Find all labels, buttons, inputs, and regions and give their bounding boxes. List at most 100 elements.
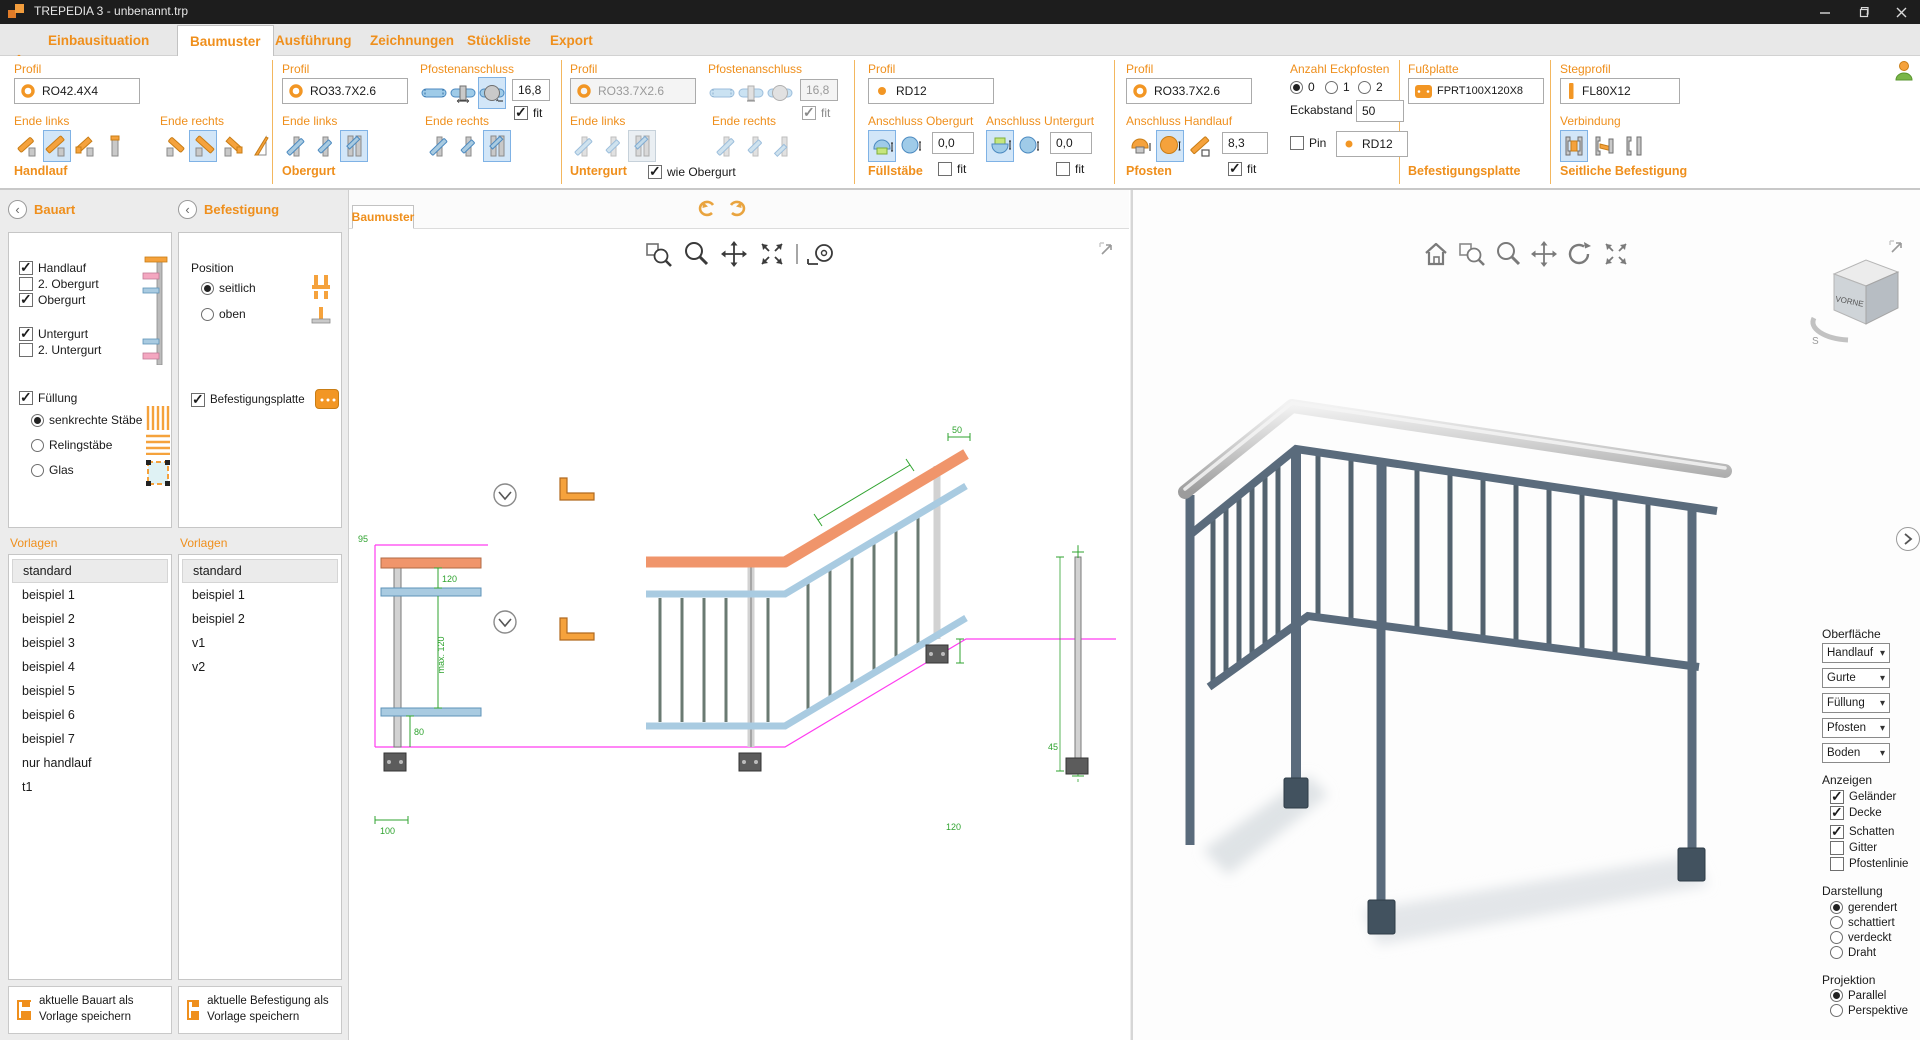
navigation-cube[interactable]: VORNE S bbox=[1800, 252, 1910, 352]
glas-radio[interactable] bbox=[31, 464, 44, 477]
pin-profil-field[interactable]: RD12 bbox=[1336, 131, 1408, 157]
gelaender-checkbox[interactable] bbox=[1830, 790, 1844, 804]
anschluss-obergurt-option-1[interactable] bbox=[868, 130, 896, 162]
oberflaeche-handlauf-dropdown[interactable]: Handlauf bbox=[1822, 643, 1890, 663]
oberflaeche-gurte-dropdown[interactable]: Gurte bbox=[1822, 668, 1890, 688]
plate-picker-button[interactable] bbox=[315, 389, 339, 409]
anschluss-untergurt-option-1[interactable] bbox=[986, 130, 1014, 162]
untergurt-ende-rechts-option-1[interactable] bbox=[712, 130, 740, 162]
verbindung-option-2[interactable] bbox=[1590, 130, 1618, 162]
save-befestigung-template-button[interactable]: aktuelle Befestigung als Vorlage speiche… bbox=[178, 986, 342, 1034]
handlauf-ende-links-option-3[interactable] bbox=[72, 130, 100, 162]
tab-baumuster[interactable]: Baumuster bbox=[177, 25, 274, 56]
untergurt-ende-rechts-option-3[interactable] bbox=[770, 130, 798, 162]
handlauf-ende-rechts-option-3[interactable] bbox=[218, 130, 246, 162]
obergurt-pfostenanschluss-option-2[interactable] bbox=[449, 77, 477, 109]
zoom-2d-button[interactable] bbox=[682, 240, 710, 268]
list-item[interactable]: beispiel 3 bbox=[12, 631, 168, 655]
untergurt-pfostenanschluss-value[interactable]: 16,8 bbox=[800, 79, 838, 101]
befestigungsplatte-checkbox[interactable] bbox=[191, 393, 205, 407]
untergurt-ende-links-option-2[interactable] bbox=[599, 130, 627, 162]
list-item[interactable]: beispiel 4 bbox=[12, 655, 168, 679]
expand-2d-view-button[interactable] bbox=[1098, 240, 1116, 258]
undo-button[interactable] bbox=[698, 198, 720, 220]
zweiter-obergurt-checkbox[interactable] bbox=[19, 277, 33, 291]
fuellstaebe-fit-obergurt-checkbox[interactable] bbox=[938, 162, 952, 176]
eckabstand-field[interactable]: 50 bbox=[1356, 100, 1404, 122]
untergurt-pfostenanschluss-option-2[interactable] bbox=[737, 77, 765, 109]
list-item[interactable]: v1 bbox=[182, 631, 338, 655]
rotate-3d-button[interactable] bbox=[1566, 240, 1594, 268]
list-item[interactable]: beispiel 6 bbox=[12, 703, 168, 727]
schatten-checkbox[interactable] bbox=[1830, 825, 1844, 839]
home-view-button[interactable] bbox=[1422, 240, 1450, 268]
handlauf-ende-rechts-option-1[interactable] bbox=[160, 130, 188, 162]
perspektive-radio[interactable] bbox=[1830, 1004, 1843, 1017]
obergurt-ende-rechts-option-2[interactable] bbox=[454, 130, 482, 162]
assistant-button[interactable] bbox=[1894, 60, 1914, 82]
redo-button[interactable] bbox=[724, 198, 746, 220]
list-item[interactable]: beispiel 1 bbox=[182, 583, 338, 607]
fuellstaebe-fit-untergurt-checkbox[interactable] bbox=[1056, 162, 1070, 176]
obergurt-ende-links-option-3[interactable] bbox=[340, 130, 368, 162]
handlauf-ende-rechts-option-4[interactable] bbox=[247, 130, 275, 162]
list-item[interactable]: standard bbox=[182, 559, 338, 583]
senkrechte-staebe-radio[interactable] bbox=[31, 414, 44, 427]
pin-checkbox[interactable] bbox=[1290, 136, 1304, 150]
tab-export[interactable]: Export bbox=[538, 25, 605, 56]
gitter-checkbox[interactable] bbox=[1830, 841, 1844, 855]
list-item[interactable]: t1 bbox=[12, 775, 168, 799]
untergurt-ende-links-option-3[interactable] bbox=[628, 130, 656, 162]
list-item[interactable]: nur handlauf bbox=[12, 751, 168, 775]
list-item[interactable]: beispiel 5 bbox=[12, 679, 168, 703]
seitlich-radio[interactable] bbox=[201, 282, 214, 295]
anschluss-handlauf-option-1[interactable] bbox=[1126, 130, 1154, 162]
anschluss-handlauf-option-3[interactable] bbox=[1186, 130, 1214, 162]
oberflaeche-boden-dropdown[interactable]: Boden bbox=[1822, 743, 1890, 763]
tab-ausfuehrung[interactable]: Ausführung bbox=[263, 25, 364, 56]
relingstaebe-radio[interactable] bbox=[31, 439, 44, 452]
decke-checkbox[interactable] bbox=[1830, 806, 1844, 820]
handlauf-profil-field[interactable]: RO42.4X4 bbox=[14, 78, 140, 104]
untergurt-pfostenanschluss-option-1[interactable] bbox=[708, 77, 736, 109]
gerendert-radio[interactable] bbox=[1830, 901, 1843, 914]
obergurt-pfostenanschluss-option-3[interactable] bbox=[478, 77, 506, 109]
untergurt-checkbox[interactable] bbox=[19, 327, 33, 341]
handlauf-ende-links-option-1[interactable] bbox=[14, 130, 42, 162]
stegprofil-field[interactable]: FL80X12 bbox=[1560, 78, 1680, 104]
save-bauart-template-button[interactable]: aktuelle Bauart als Vorlage speichern bbox=[8, 986, 172, 1034]
untergurt-profil-field[interactable]: RO33.7X2.6 bbox=[570, 78, 696, 104]
zoom-window-2d-button[interactable] bbox=[645, 240, 673, 268]
minimize-button[interactable] bbox=[1806, 0, 1844, 24]
schattiert-radio[interactable] bbox=[1830, 916, 1843, 929]
untergurt-ende-links-option-1[interactable] bbox=[570, 130, 598, 162]
list-item[interactable]: standard bbox=[12, 559, 168, 583]
list-item[interactable]: beispiel 7 bbox=[12, 727, 168, 751]
drawing-canvas-2d[interactable] bbox=[348, 190, 1130, 1040]
pfosten-fit-checkbox[interactable] bbox=[1228, 162, 1242, 176]
obergurt-pfostenanschluss-option-1[interactable] bbox=[420, 77, 448, 109]
list-item[interactable]: beispiel 1 bbox=[12, 583, 168, 607]
obergurt-checkbox[interactable] bbox=[19, 293, 33, 307]
untergurt-ende-rechts-option-2[interactable] bbox=[741, 130, 769, 162]
oberflaeche-pfosten-dropdown[interactable]: Pfosten bbox=[1822, 718, 1890, 738]
untergurt-pfostenanschluss-option-3[interactable] bbox=[766, 77, 794, 109]
anschluss-obergurt-value[interactable]: 0,0 bbox=[932, 132, 974, 154]
handlauf-ende-links-option-4[interactable] bbox=[101, 130, 129, 162]
obergurt-ende-rechts-option-3[interactable] bbox=[483, 130, 511, 162]
oben-radio[interactable] bbox=[201, 308, 214, 321]
obergurt-ende-rechts-option-1[interactable] bbox=[425, 130, 453, 162]
fuellung-checkbox[interactable] bbox=[19, 391, 33, 405]
zweiter-untergurt-checkbox[interactable] bbox=[19, 343, 33, 357]
pan-2d-button[interactable] bbox=[720, 240, 748, 268]
obergurt-ende-links-option-2[interactable] bbox=[311, 130, 339, 162]
fuellstaebe-profil-field[interactable]: RD12 bbox=[868, 78, 994, 104]
anschluss-handlauf-option-2[interactable] bbox=[1156, 130, 1184, 162]
tab-zeichnungen[interactable]: Zeichnungen bbox=[358, 25, 466, 56]
collapse-befestigung-button[interactable]: ‹ bbox=[178, 200, 197, 219]
handlauf-ende-rechts-option-2[interactable] bbox=[189, 130, 217, 162]
pfostenlinie-checkbox[interactable] bbox=[1830, 857, 1844, 871]
anschluss-untergurt-option-2[interactable] bbox=[1015, 130, 1043, 162]
obergurt-fit-checkbox[interactable] bbox=[514, 106, 528, 120]
tab-einbausituation[interactable]: Einbausituation bbox=[36, 25, 161, 56]
